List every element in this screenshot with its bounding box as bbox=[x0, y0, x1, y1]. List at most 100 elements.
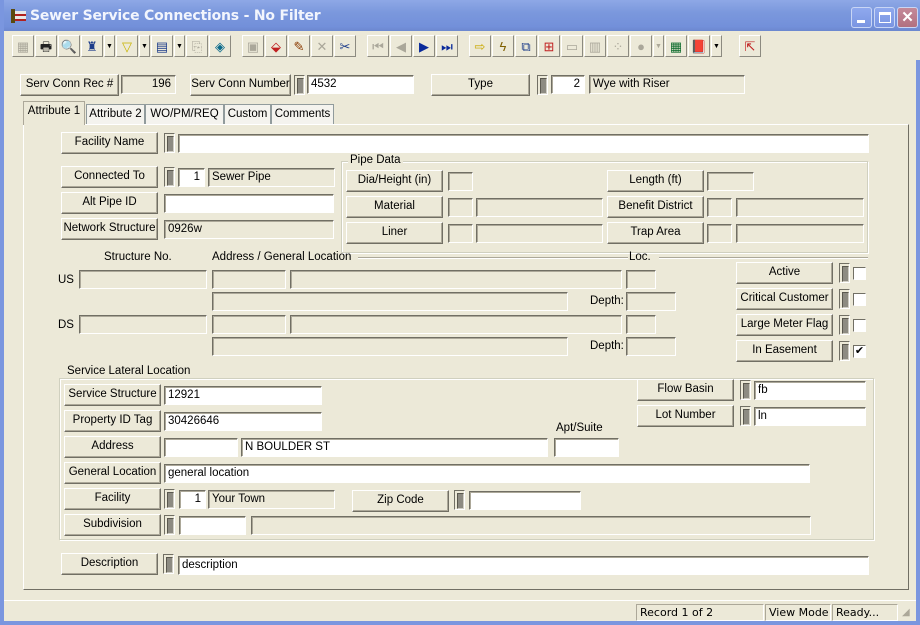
active-checkbox[interactable] bbox=[853, 267, 866, 280]
flow-basin-button[interactable]: Flow Basin bbox=[637, 379, 734, 401]
filter-button[interactable]: ▽ bbox=[116, 35, 138, 57]
network-button[interactable]: ⊞ bbox=[538, 35, 560, 57]
liner-button[interactable]: Liner bbox=[346, 222, 443, 244]
zip-code-button[interactable]: Zip Code bbox=[352, 490, 449, 512]
property-id-tag-button[interactable]: Property ID Tag bbox=[64, 410, 161, 432]
tab-attribute-1[interactable]: Attribute 1 bbox=[23, 101, 85, 125]
address-number-field[interactable] bbox=[164, 438, 238, 457]
grid-button[interactable]: ▥ bbox=[584, 35, 606, 57]
service-structure-field[interactable]: 12921 bbox=[164, 386, 322, 405]
alt-pipe-id-field[interactable] bbox=[164, 194, 334, 213]
zip-code-field[interactable] bbox=[469, 491, 581, 510]
binoculars-search-dropdown[interactable]: ▼ bbox=[104, 35, 115, 57]
general-location-field[interactable]: general location bbox=[164, 464, 810, 483]
cut-button[interactable]: ✂ bbox=[334, 35, 356, 57]
general-location-button[interactable]: General Location bbox=[64, 462, 161, 484]
binoculars-search-button[interactable]: ♜ bbox=[81, 35, 103, 57]
apt-suite-field[interactable] bbox=[554, 438, 619, 457]
network-structure-button[interactable]: Network Structure bbox=[61, 218, 158, 240]
goto-arrow-button[interactable]: ⇨ bbox=[469, 35, 491, 57]
calculator-button[interactable]: ▦ bbox=[665, 35, 687, 57]
report-dropdown[interactable]: ▼ bbox=[174, 35, 185, 57]
delete-button[interactable]: ✕ bbox=[311, 35, 333, 57]
print-button[interactable]: 🖶 bbox=[35, 35, 57, 57]
large-meter-flag-button[interactable]: Large Meter Flag bbox=[736, 314, 833, 336]
resize-grip-icon[interactable]: ◢ bbox=[902, 607, 914, 619]
large-meter-flag-lock[interactable] bbox=[839, 315, 850, 335]
in-easement-button[interactable]: In Easement bbox=[736, 340, 833, 362]
description-lock[interactable] bbox=[163, 554, 174, 574]
maximize-button[interactable] bbox=[874, 7, 895, 28]
active-button[interactable]: Active bbox=[736, 262, 833, 284]
zoom-find-button[interactable]: 🔍 bbox=[58, 35, 80, 57]
tab-comments[interactable]: Comments bbox=[271, 104, 334, 124]
flow-basin-field[interactable]: fb bbox=[754, 381, 866, 400]
save-button[interactable]: ▣ bbox=[242, 35, 264, 57]
large-meter-flag-checkbox[interactable] bbox=[853, 319, 866, 332]
dia-height-button[interactable]: Dia/Height (in) bbox=[346, 170, 443, 192]
exit-button[interactable]: ⇱ bbox=[739, 35, 761, 57]
zip-code-lock[interactable] bbox=[454, 490, 465, 510]
service-structure-button[interactable]: Service Structure bbox=[64, 384, 161, 406]
description-field[interactable]: description bbox=[178, 556, 869, 575]
serv-conn-number-lock[interactable] bbox=[294, 75, 305, 95]
serv-conn-number-field[interactable]: 4532 bbox=[307, 75, 414, 94]
filter-dropdown[interactable]: ▼ bbox=[139, 35, 150, 57]
active-lock[interactable] bbox=[839, 263, 850, 283]
facility-name-button[interactable]: Facility Name bbox=[61, 132, 158, 154]
lot-number-field[interactable]: ln bbox=[754, 407, 866, 426]
address-street-field[interactable]: N BOULDER ST bbox=[241, 438, 548, 457]
critical-customer-lock[interactable] bbox=[839, 289, 850, 309]
subdivision-button[interactable]: Subdivision bbox=[64, 514, 161, 536]
screen-button[interactable]: ▦ bbox=[12, 35, 34, 57]
in-easement-checkbox[interactable]: ✔ bbox=[853, 345, 866, 358]
type-code-field[interactable]: 2 bbox=[551, 75, 585, 94]
help-bubble-dropdown[interactable]: ▼ bbox=[653, 35, 664, 57]
minimize-button[interactable] bbox=[851, 7, 872, 28]
tab-attribute-2[interactable]: Attribute 2 bbox=[86, 104, 145, 124]
serv-conn-rec-button[interactable]: Serv Conn Rec # bbox=[20, 74, 119, 96]
property-id-tag-field[interactable]: 30426646 bbox=[164, 412, 322, 431]
connected-to-code[interactable]: 1 bbox=[178, 168, 205, 187]
benefit-district-button[interactable]: Benefit District bbox=[607, 196, 704, 218]
connected-to-lock[interactable] bbox=[164, 167, 175, 187]
next-record-button[interactable]: ▶ bbox=[413, 35, 435, 57]
critical-customer-checkbox[interactable] bbox=[853, 293, 866, 306]
critical-customer-button[interactable]: Critical Customer bbox=[736, 288, 833, 310]
description-button[interactable]: Description bbox=[61, 553, 158, 575]
add-record-button[interactable]: ⬙ bbox=[265, 35, 287, 57]
edit-pencil-button[interactable]: ✎ bbox=[288, 35, 310, 57]
type-button[interactable]: Type bbox=[431, 74, 530, 96]
close-button[interactable]: ✕ bbox=[897, 7, 918, 28]
lightning-button[interactable]: ϟ bbox=[492, 35, 514, 57]
tab-custom[interactable]: Custom bbox=[224, 104, 271, 124]
facility-lock[interactable] bbox=[164, 489, 175, 509]
lot-number-lock[interactable] bbox=[740, 406, 751, 426]
trap-area-button[interactable]: Trap Area bbox=[607, 222, 704, 244]
address-button[interactable]: Address bbox=[64, 436, 161, 458]
facility-name-lock[interactable] bbox=[164, 133, 175, 153]
type-lock[interactable] bbox=[537, 75, 548, 95]
flow-basin-lock[interactable] bbox=[740, 380, 751, 400]
report-button[interactable]: ▤ bbox=[151, 35, 173, 57]
command-button[interactable]: ▭ bbox=[561, 35, 583, 57]
facility-code-field[interactable]: 1 bbox=[179, 490, 206, 509]
material-button[interactable]: Material bbox=[346, 196, 443, 218]
previous-record-button[interactable]: ◀ bbox=[390, 35, 412, 57]
last-record-button[interactable]: ⏭ bbox=[436, 35, 458, 57]
first-record-button[interactable]: ⏮ bbox=[367, 35, 389, 57]
alt-pipe-id-button[interactable]: Alt Pipe ID bbox=[61, 192, 158, 214]
export-button[interactable]: ⎘ bbox=[186, 35, 208, 57]
help-book-dropdown[interactable]: ▼ bbox=[711, 35, 722, 57]
length-button[interactable]: Length (ft) bbox=[607, 170, 704, 192]
tab-wo-pm-req[interactable]: WO/PM/REQ bbox=[145, 104, 224, 124]
serv-conn-number-button[interactable]: Serv Conn Number bbox=[190, 74, 291, 96]
help-bubble-button[interactable]: ● bbox=[630, 35, 652, 57]
subdivision-code-field[interactable] bbox=[179, 516, 246, 535]
scatter-button[interactable]: ⁘ bbox=[607, 35, 629, 57]
facility-button[interactable]: Facility bbox=[64, 488, 161, 510]
help-book-button[interactable]: 📕 bbox=[688, 35, 710, 57]
facility-name-field[interactable] bbox=[178, 134, 869, 153]
relationships-button[interactable]: ⧉ bbox=[515, 35, 537, 57]
lot-number-button[interactable]: Lot Number bbox=[637, 405, 734, 427]
